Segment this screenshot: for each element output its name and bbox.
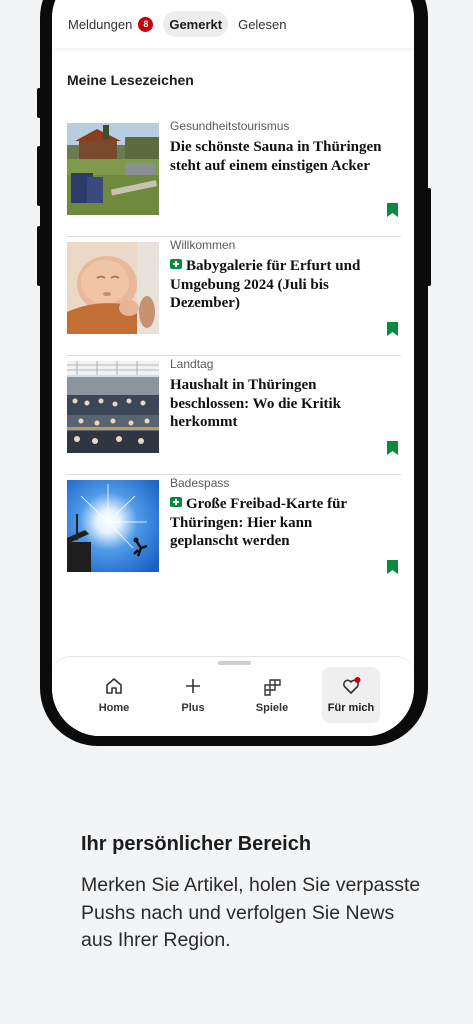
phone-side-button [37, 146, 41, 206]
tab-gemerkt[interactable]: Gemerkt [163, 11, 229, 37]
article-image-landtag [67, 361, 159, 453]
bookmark-icon[interactable] [387, 441, 398, 455]
bookmark-icon[interactable] [387, 560, 398, 574]
plus-content-icon [170, 259, 182, 269]
tab-label: Meldungen [68, 16, 133, 32]
phone-side-button [427, 188, 431, 286]
article-item[interactable]: Landtag Haushalt in Thüringen beschlosse… [67, 357, 401, 475]
tab-label: Gelesen [238, 16, 287, 32]
tab-bar: Meldungen 8 Gemerkt Gelesen [52, 0, 414, 48]
article-headline: Babygalerie für Erfurt und Umgebung 2024… [170, 257, 382, 313]
article-kicker: Landtag [170, 357, 214, 371]
nav-plus[interactable]: Plus [164, 667, 222, 723]
bottom-navigation: Home Plus Spiele Für mich [52, 656, 414, 736]
article-kicker: Badespass [170, 476, 230, 490]
app-screen: Meldungen 8 Gemerkt Gelesen Meine Leseze… [52, 0, 414, 736]
nav-fuer-mich[interactable]: Für mich [322, 667, 380, 723]
tab-gelesen[interactable]: Gelesen [232, 11, 292, 37]
plus-content-icon [170, 497, 182, 507]
nav-home[interactable]: Home [85, 667, 143, 723]
nav-label: Home [98, 702, 130, 714]
home-icon [106, 678, 122, 694]
phone-side-button [37, 226, 41, 286]
article-image-baby [67, 242, 159, 334]
article-headline: Die schönste Sauna in Thüringen steht au… [170, 139, 382, 174]
nav-label: Für mich [327, 702, 375, 714]
section-title: Meine Lesezeichen [67, 72, 194, 88]
heart-icon [343, 677, 361, 694]
article-image-freibad [67, 480, 159, 572]
article-headline-text: Babygalerie für Erfurt und Umgebung 2024… [170, 258, 361, 311]
article-headline: Große Freibad-Karte für Thüringen: Hier … [170, 495, 382, 551]
article-kicker: Gesundheitstourismus [170, 119, 290, 133]
nav-label: Spiele [255, 702, 289, 714]
plus-icon [186, 679, 200, 693]
phone-side-button [37, 88, 41, 118]
article-headline: Haushalt in Thüringen beschlossen: Wo di… [170, 377, 341, 430]
bookmark-icon[interactable] [387, 322, 398, 336]
nav-label: Plus [181, 702, 205, 714]
article-image-sauna [67, 123, 159, 215]
drag-handle[interactable] [218, 661, 251, 665]
bookmark-icon[interactable] [387, 203, 398, 217]
article-kicker: Willkommen [170, 238, 236, 252]
article-headline-text: Große Freibad-Karte für Thüringen: Hier … [170, 496, 347, 549]
article-item[interactable]: Gesundheitstourismus Die schönste Sauna … [67, 119, 401, 237]
tab-label: Gemerkt [169, 16, 223, 32]
article-item[interactable]: Badespass Große Freibad-Karte für Thürin… [67, 476, 401, 594]
notification-badge: 8 [138, 16, 154, 32]
puzzle-icon [264, 679, 281, 696]
article-item[interactable]: Willkommen Babygalerie für Erfurt und Um… [67, 238, 401, 356]
tab-meldungen[interactable]: Meldungen 8 [62, 11, 159, 37]
nav-spiele[interactable]: Spiele [243, 667, 301, 723]
promo-title: Ihr persönlicher Bereich [81, 833, 312, 855]
promo-text: Merken Sie Artikel, holen Sie verpasste … [81, 874, 421, 951]
